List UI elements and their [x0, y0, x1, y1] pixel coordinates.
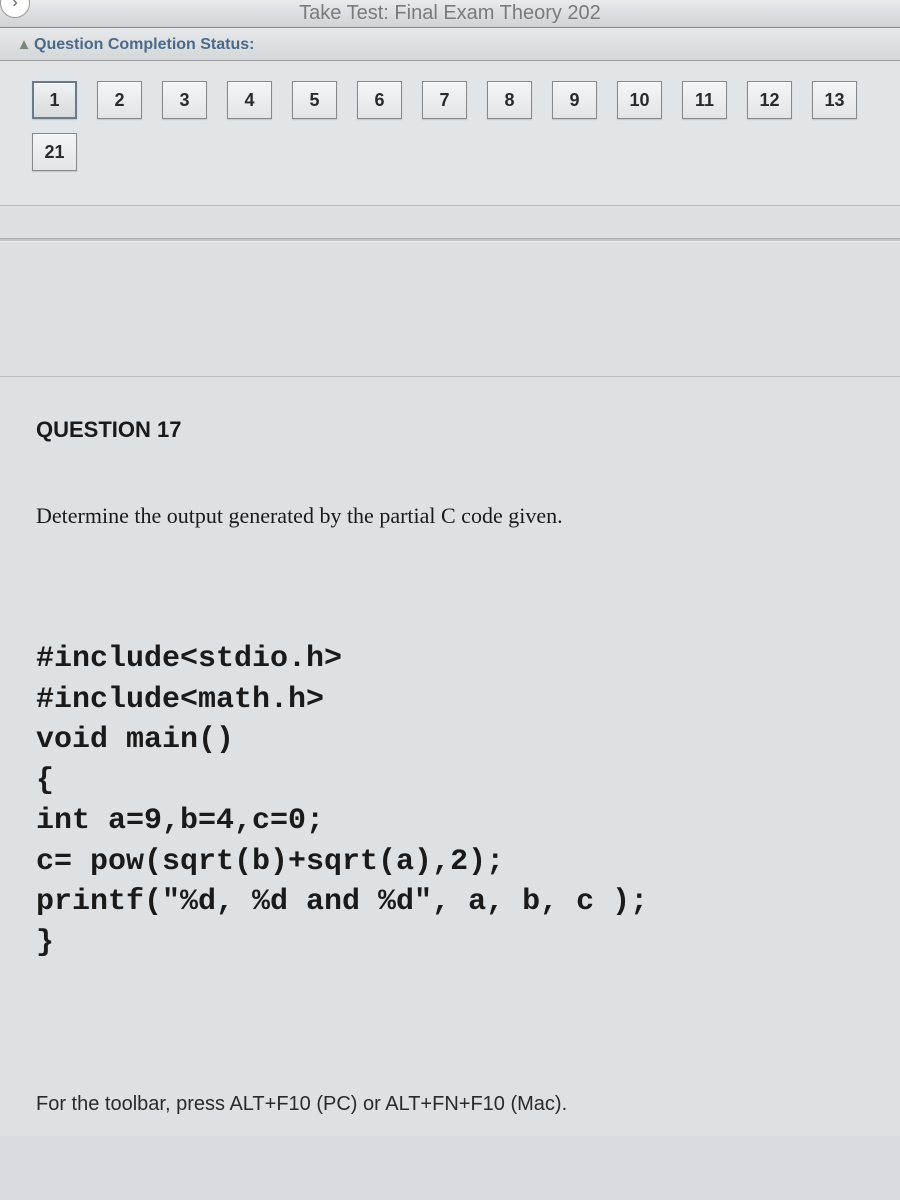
status-bar: ▴ Question Completion Status: [0, 28, 900, 61]
question-nav-9[interactable]: 9 [552, 81, 597, 119]
question-nav-8[interactable]: 8 [487, 81, 532, 119]
question-area: QUESTION 17 Determine the output generat… [0, 376, 900, 1136]
question-nav-13[interactable]: 13 [812, 81, 857, 119]
nav-row-1: 1 2 3 4 5 6 7 8 9 10 11 12 13 [32, 81, 892, 119]
chevron-right-icon: › [12, 0, 17, 12]
question-nav-10[interactable]: 10 [617, 81, 662, 119]
completion-status-label: Question Completion Status: [34, 36, 254, 53]
question-nav-4[interactable]: 4 [227, 81, 272, 119]
toolbar-hint: For the toolbar, press ALT+F10 (PC) or A… [36, 1093, 864, 1116]
question-nav-12[interactable]: 12 [747, 81, 792, 119]
divider [0, 238, 900, 242]
page-title: Take Test: Final Exam Theory 202 [0, 0, 900, 25]
question-nav-1[interactable]: 1 [32, 81, 77, 119]
question-nav-panel: 1 2 3 4 5 6 7 8 9 10 11 12 13 21 [0, 61, 900, 206]
completion-status-toggle[interactable]: ▴ Question Completion Status: [20, 36, 254, 53]
question-nav-11[interactable]: 11 [682, 81, 727, 119]
question-nav-5[interactable]: 5 [292, 81, 337, 119]
question-nav-7[interactable]: 7 [422, 81, 467, 119]
question-nav-21[interactable]: 21 [32, 133, 77, 171]
code-block: #include<stdio.h> #include<math.h> void … [36, 639, 864, 963]
question-title: QUESTION 17 [36, 417, 864, 443]
question-nav-2[interactable]: 2 [97, 81, 142, 119]
nav-row-2: 21 [32, 133, 892, 171]
caret-up-icon: ▴ [20, 36, 28, 53]
spacer-area [0, 206, 900, 376]
question-prompt: Determine the output generated by the pa… [36, 503, 864, 529]
top-bar: › Take Test: Final Exam Theory 202 [0, 0, 900, 28]
question-nav-6[interactable]: 6 [357, 81, 402, 119]
question-nav-3[interactable]: 3 [162, 81, 207, 119]
